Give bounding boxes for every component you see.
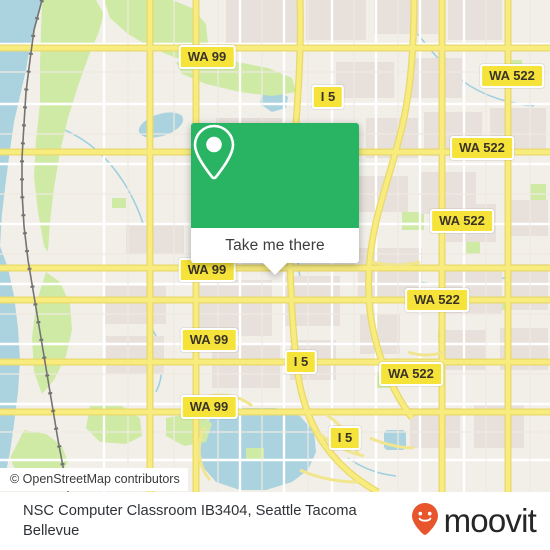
- callout-header: [191, 123, 359, 228]
- take-me-there-label: Take me there: [225, 236, 325, 254]
- road-shield: WA 522: [450, 136, 514, 160]
- road-shield: WA 99: [180, 395, 238, 419]
- road-shield: WA 99: [178, 45, 236, 69]
- road-shield: I 5: [311, 85, 345, 109]
- road-shield: WA 522: [480, 64, 544, 88]
- road-shield: WA 522: [430, 209, 494, 233]
- callout-tail-pointer: [263, 263, 287, 275]
- road-shield: WA 522: [379, 362, 443, 386]
- moovit-wordmark: moovit: [443, 501, 537, 539]
- footer-bar: NSC Computer Classroom IB3404, Seattle T…: [0, 492, 550, 550]
- road-shield: I 5: [328, 426, 362, 450]
- page-title: NSC Computer Classroom IB3404, Seattle T…: [23, 503, 357, 539]
- map-canvas[interactable]: WA 99 I 5 WA 522 WA 522 WA 522 WA 99 WA 522 WA …: [0, 0, 550, 492]
- callout-footer[interactable]: Take me there: [191, 228, 359, 275]
- location-callout-card[interactable]: Take me there: [191, 123, 359, 275]
- road-shield: I 5: [284, 350, 318, 374]
- map-location-card: WA 99 I 5 WA 522 WA 522 WA 522 WA 99 WA 522 WA …: [0, 0, 550, 550]
- road-shield: WA 522: [405, 288, 469, 312]
- road-shield: WA 99: [180, 328, 238, 352]
- moovit-smiley-pin-icon: [410, 502, 440, 541]
- osm-attribution[interactable]: © OpenStreetMap contributors: [0, 468, 188, 491]
- moovit-logo[interactable]: moovit: [410, 501, 537, 541]
